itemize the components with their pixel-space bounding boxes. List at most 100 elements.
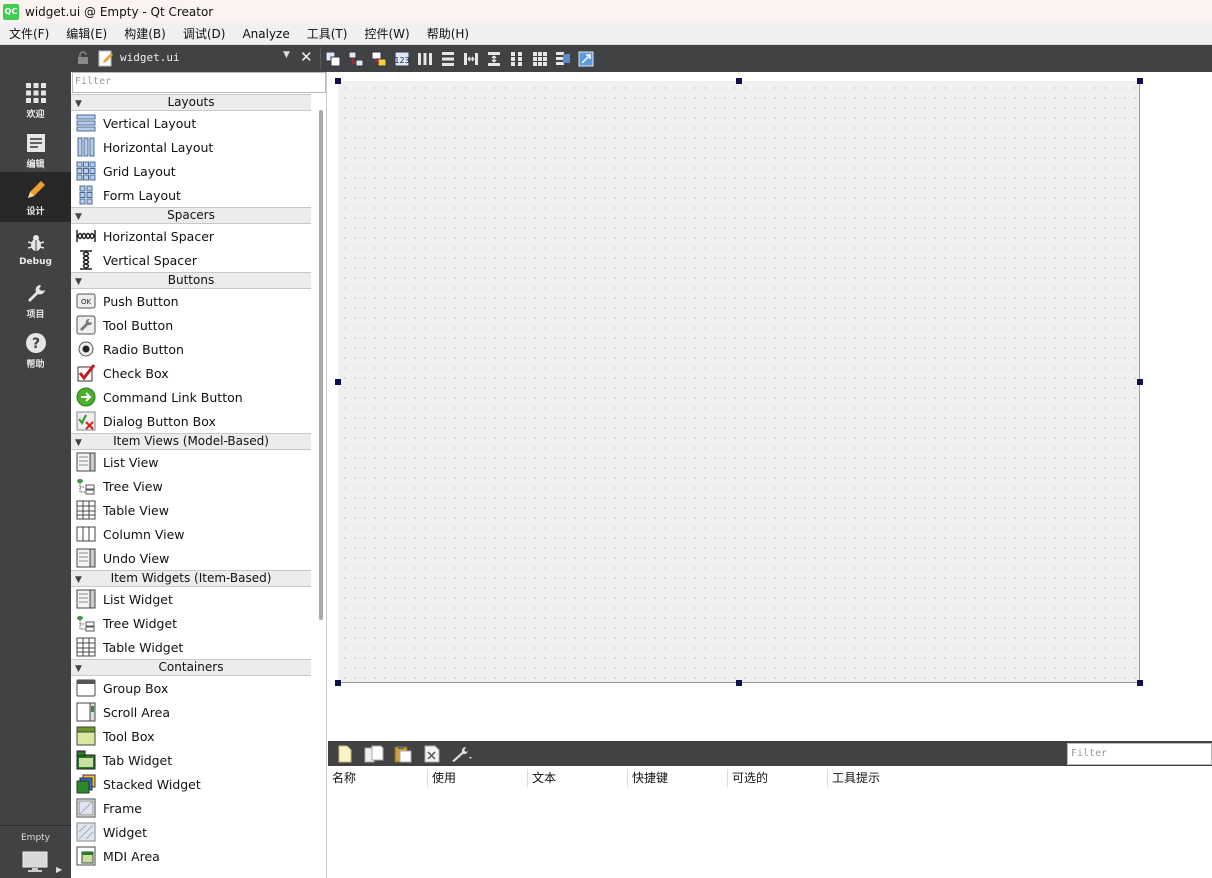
- column-header-checkable[interactable]: 可选的: [728, 769, 828, 787]
- widget-item-tool-button[interactable]: Tool Button: [71, 313, 311, 337]
- widget-item-horizontal-spacer[interactable]: Horizontal Spacer: [71, 224, 311, 248]
- chevron-down-icon[interactable]: ▼: [283, 50, 290, 60]
- column-header-shortcut[interactable]: 快捷键: [628, 769, 728, 787]
- widget-item-radio-button[interactable]: Radio Button: [71, 337, 311, 361]
- resize-handle-top[interactable]: [736, 78, 742, 84]
- open-file-name[interactable]: widget.ui: [120, 51, 180, 64]
- menu-help[interactable]: 帮助(H): [418, 23, 477, 45]
- copy-action-icon[interactable]: [363, 744, 385, 764]
- widget-item-dialog-button-box[interactable]: Dialog Button Box: [71, 409, 311, 433]
- widget-item-list-widget[interactable]: List Widget: [71, 587, 311, 611]
- edit-widgets-icon[interactable]: [324, 50, 341, 67]
- form-widget[interactable]: [338, 81, 1140, 683]
- widget-item-tree-view[interactable]: Tree View: [71, 474, 311, 498]
- layout-vertical-icon[interactable]: [439, 50, 456, 67]
- table-widget-icon: [76, 637, 96, 657]
- widget-list: ▼ Layouts Vertical Layout Horizontal Layo…: [71, 94, 311, 868]
- editor-toolbar: widget.ui ▼ ✕ 123: [71, 45, 1212, 72]
- resize-handle-right[interactable]: [1137, 379, 1143, 385]
- mode-help[interactable]: ? 帮助: [0, 325, 71, 375]
- column-header-text[interactable]: 文本: [528, 769, 628, 787]
- category-item-widgets[interactable]: ▼ Item Widgets (Item-Based): [71, 570, 311, 587]
- widget-item-form-layout[interactable]: Form Layout: [71, 183, 311, 207]
- new-action-icon[interactable]: [334, 744, 356, 764]
- break-layout-icon[interactable]: [554, 50, 571, 67]
- resize-handle-top-left[interactable]: [335, 78, 341, 84]
- column-header-name[interactable]: 名称: [328, 769, 428, 787]
- chevron-down-icon: ▼: [75, 575, 82, 585]
- widget-box-panel: Filter ▼ Layouts Vertical Layout Horizont…: [71, 72, 327, 878]
- category-spacers[interactable]: ▼ Spacers: [71, 207, 311, 224]
- widget-item-frame[interactable]: Frame: [71, 796, 311, 820]
- widget-item-vertical-layout[interactable]: Vertical Layout: [71, 111, 311, 135]
- menu-widgets[interactable]: 控件(W): [355, 23, 417, 45]
- menu-tools[interactable]: 工具(T): [298, 23, 356, 45]
- mode-edit[interactable]: 编辑: [0, 125, 71, 175]
- configure-icon[interactable]: [450, 744, 472, 764]
- column-header-tooltip[interactable]: 工具提示: [828, 769, 928, 787]
- resize-handle-left[interactable]: [335, 379, 341, 385]
- resize-handle-top-right[interactable]: [1137, 78, 1143, 84]
- widget-item-widget[interactable]: Widget: [71, 820, 311, 844]
- widget-item-scroll-area[interactable]: Scroll Area: [71, 700, 311, 724]
- chevron-down-icon: ▼: [75, 664, 82, 674]
- mode-welcome[interactable]: 欢迎: [0, 75, 71, 125]
- category-buttons[interactable]: ▼ Buttons: [71, 272, 311, 289]
- edit-signals-slots-icon[interactable]: [347, 50, 364, 67]
- category-item-views[interactable]: ▼ Item Views (Model-Based): [71, 433, 311, 450]
- mode-projects[interactable]: 项目: [0, 275, 71, 325]
- paste-action-icon[interactable]: [392, 744, 414, 764]
- widget-item-stacked-widget[interactable]: Stacked Widget: [71, 772, 311, 796]
- menu-build[interactable]: 构建(B): [115, 23, 174, 45]
- bug-icon: [26, 230, 46, 256]
- target-expand-icon[interactable]: ▶: [56, 865, 62, 874]
- resize-handle-bottom-right[interactable]: [1137, 680, 1143, 686]
- menu-analyze[interactable]: Analyze: [233, 23, 297, 45]
- widget-item-horizontal-layout[interactable]: Horizontal Layout: [71, 135, 311, 159]
- widget-item-table-view[interactable]: Table View: [71, 498, 311, 522]
- ui-file-icon: [98, 50, 114, 70]
- widget-item-table-widget[interactable]: Table Widget: [71, 635, 311, 659]
- close-icon[interactable]: ✕: [300, 49, 313, 65]
- widget-item-vertical-spacer[interactable]: Vertical Spacer: [71, 248, 311, 272]
- menu-debug[interactable]: 调试(D): [174, 23, 234, 45]
- layout-form-icon[interactable]: [508, 50, 525, 67]
- widget-item-group-box[interactable]: Group Box: [71, 676, 311, 700]
- widget-item-tool-box[interactable]: Tool Box: [71, 724, 311, 748]
- lock-icon: [77, 51, 89, 68]
- widget-item-undo-view[interactable]: Undo View: [71, 546, 311, 570]
- widget-item-grid-layout[interactable]: Grid Layout: [71, 159, 311, 183]
- edit-tab-order-icon[interactable]: 123: [393, 50, 410, 67]
- resize-handle-bottom[interactable]: [736, 680, 742, 686]
- widget-item-column-view[interactable]: Column View: [71, 522, 311, 546]
- widget-item-list-view[interactable]: List View: [71, 450, 311, 474]
- menu-file[interactable]: 文件(F): [0, 23, 57, 45]
- menu-edit[interactable]: 编辑(E): [57, 23, 115, 45]
- category-containers[interactable]: ▼ Containers: [71, 659, 311, 676]
- resize-handle-bottom-left[interactable]: [335, 680, 341, 686]
- delete-action-icon[interactable]: [421, 744, 443, 764]
- layout-horizontal-splitter-icon[interactable]: [462, 50, 479, 67]
- action-filter-input[interactable]: Filter: [1067, 743, 1212, 765]
- adjust-size-icon[interactable]: [577, 50, 594, 67]
- grid-layout-icon: [76, 161, 96, 181]
- layout-horizontal-icon[interactable]: [416, 50, 433, 67]
- widget-item-tab-widget[interactable]: Tab Widget: [71, 748, 311, 772]
- document-icon: [26, 130, 46, 156]
- column-header-used[interactable]: 使用: [428, 769, 528, 787]
- widget-item-mdi-area[interactable]: MDI Area: [71, 844, 311, 868]
- scrollbar-thumb[interactable]: [319, 110, 323, 620]
- mode-debug[interactable]: Debug: [0, 225, 71, 275]
- monitor-icon[interactable]: [22, 851, 48, 876]
- edit-buddies-icon[interactable]: [370, 50, 387, 67]
- layout-vertical-splitter-icon[interactable]: [485, 50, 502, 67]
- widget-item-push-button[interactable]: OK Push Button: [71, 289, 311, 313]
- widget-box-scrollbar[interactable]: [315, 106, 325, 876]
- category-layouts[interactable]: ▼ Layouts: [71, 94, 311, 111]
- widget-filter-input[interactable]: Filter: [72, 72, 326, 93]
- mode-design[interactable]: 设计: [0, 172, 71, 222]
- widget-item-check-box[interactable]: Check Box: [71, 361, 311, 385]
- widget-item-tree-widget[interactable]: Tree Widget: [71, 611, 311, 635]
- widget-item-command-link-button[interactable]: Command Link Button: [71, 385, 311, 409]
- layout-grid-icon[interactable]: [531, 50, 548, 67]
